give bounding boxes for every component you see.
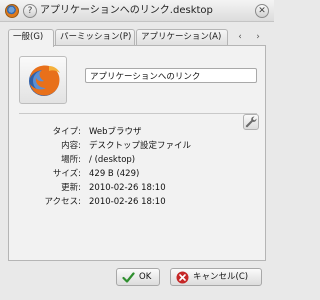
cancel-label: キャンセル(C) (193, 272, 249, 282)
size-label: サイズ: (52, 169, 81, 179)
help-icon: ? (27, 6, 33, 16)
window-menu-button[interactable]: ? (23, 4, 37, 18)
close-icon: ✕ (258, 6, 266, 16)
tab-bar: 一般(G) パーミッション(P) アプリケーション(A) ‹ › (8, 29, 266, 47)
close-window-button[interactable]: ✕ (255, 4, 269, 18)
size-value: 429 B (429) (89, 169, 140, 179)
tab-scroll-right-button[interactable]: › (252, 31, 264, 43)
title-bar: ? アプリケーションへのリンク.desktop ✕ (0, 0, 274, 22)
modified-label: 更新: (61, 183, 81, 193)
content-value: デスクトップ設定ファイル (89, 141, 192, 151)
accessed-label: アクセス: (44, 197, 81, 207)
ok-button[interactable]: OK (116, 268, 160, 286)
firefox-icon[interactable] (5, 4, 19, 18)
property-row-type: タイプ: Webブラウザ (9, 126, 267, 138)
property-row-modified: 更新: 2010-02-26 18:10 (9, 182, 267, 194)
window-title: アプリケーションへのリンク.desktop (40, 5, 213, 16)
property-row-content: 内容: デスクトップ設定ファイル (9, 140, 267, 152)
chevron-right-icon: › (256, 32, 260, 42)
cancel-icon (176, 271, 189, 284)
type-label: タイプ: (52, 127, 81, 137)
type-value: Webブラウザ (89, 127, 142, 137)
tab-permissions[interactable]: パーミッション(P) (55, 29, 135, 46)
firefox-icon (29, 65, 60, 96)
location-value: / (desktop) (89, 155, 136, 165)
property-row-location: 場所: / (desktop) (9, 154, 267, 166)
modified-value: 2010-02-26 18:10 (89, 183, 166, 193)
tab-scroll-left-button[interactable]: ‹ (234, 31, 246, 43)
tab-label: パーミッション(P) (60, 32, 132, 42)
name-field[interactable] (85, 68, 257, 83)
tab-applications[interactable]: アプリケーション(A) (136, 29, 228, 46)
chevron-left-icon: ‹ (238, 32, 242, 42)
tab-general[interactable]: 一般(G) (8, 29, 54, 47)
icon-picker-button[interactable] (19, 56, 67, 104)
accessed-value: 2010-02-26 18:10 (89, 197, 166, 207)
location-label: 場所: (61, 155, 81, 165)
tab-label: 一般(G) (13, 32, 44, 42)
tab-label: アプリケーション(A) (141, 32, 222, 42)
property-row-accessed: アクセス: 2010-02-26 18:10 (9, 196, 267, 208)
general-tab-panel: タイプ: Webブラウザ 内容: デスクトップ設定ファイル 場所: / (des… (8, 45, 266, 261)
cancel-button[interactable]: キャンセル(C) (170, 268, 262, 286)
content-label: 内容: (61, 141, 81, 151)
ok-label: OK (139, 272, 152, 282)
checkmark-icon (122, 272, 135, 283)
property-row-size: サイズ: 429 B (429) (9, 168, 267, 180)
separator (19, 113, 257, 114)
